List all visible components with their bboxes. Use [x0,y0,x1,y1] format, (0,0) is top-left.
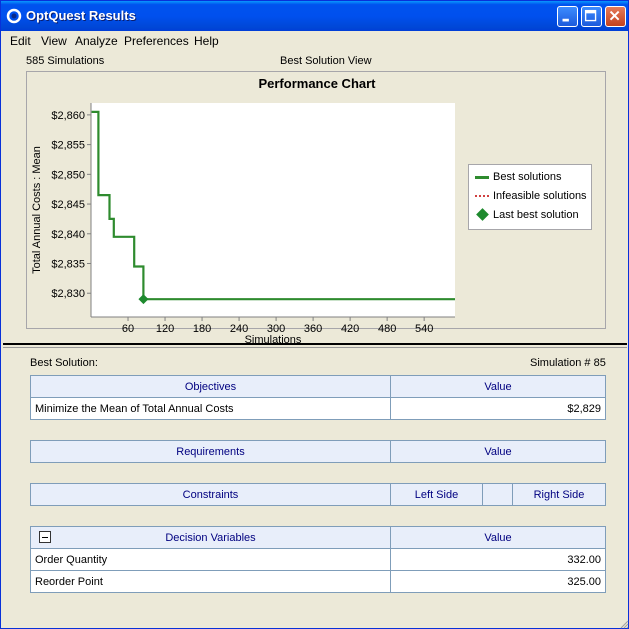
y-tick-label: $2,830 [51,288,85,300]
performance-chart: Performance Chart $2,860 $2,855 $2,850 $2,8… [26,71,606,346]
constraints-header[interactable]: Constraints [30,483,391,506]
constraints-table: Constraints Left Side Right Side [30,483,606,506]
decision-variable-name: Order Quantity [30,548,391,571]
series-line-0 [91,110,455,301]
collapse-icon[interactable] [39,531,51,543]
diamond-icon [476,208,489,221]
y-tick-label: $2,860 [51,110,85,122]
decision-variable-name: Reorder Point [30,570,391,593]
maximize-icon [584,9,597,22]
legend-label-last-best: Last best solution [493,209,579,221]
x-tick-label: 360 [304,323,322,335]
decision-variable-value: 325.00 [390,570,606,593]
y-tick-label: $2,855 [51,140,85,152]
resize-grip-icon[interactable] [619,619,629,629]
chart-legend: Best solutions Infeasible solutions Last… [468,164,592,230]
table-row[interactable]: Order Quantity 332.00 [30,548,606,571]
menu-analyze[interactable]: Analyze [75,34,118,48]
table-row[interactable]: Reorder Point 325.00 [30,570,606,593]
menu-preferences[interactable]: Preferences [124,34,189,48]
x-tick-label: 60 [122,323,134,335]
y-tick-label: $2,845 [51,199,85,211]
optquest-window: OptQuest Results Edit View Analyze Prefe… [0,0,629,629]
decision-variables-table: Decision Variables Value Order Quantity … [30,526,606,593]
objectives-table: Objectives Value Minimize the Mean of To… [30,375,606,420]
decision-variable-value: 332.00 [390,548,606,571]
objectives-value-header[interactable]: Value [390,375,606,398]
y-tick-label: $2,840 [51,229,85,241]
requirements-value-header[interactable]: Value [390,440,606,463]
constraints-left-header[interactable]: Left Side [390,483,483,506]
best-simulation-number: Simulation # 85 [530,357,606,369]
last-best-marker [138,294,149,305]
y-tick-label: $2,835 [51,259,85,271]
x-tick-label: 180 [193,323,211,335]
y-tick-label: $2,850 [51,169,85,181]
window-title: OptQuest Results [26,8,136,23]
panel-splitter[interactable] [3,343,627,348]
x-tick-label: 420 [341,323,359,335]
close-icon [609,10,620,21]
simulations-count: 585 Simulations [26,55,105,67]
requirements-table: Requirements Value [30,440,606,463]
table-row[interactable]: Minimize the Mean of Total Annual Costs … [30,397,606,420]
objectives-header[interactable]: Objectives [30,375,391,398]
infeasible-solutions-swatch [475,195,489,197]
menu-bar: Edit View Analyze Preferences Help [2,31,628,50]
view-label: Best Solution View [280,55,372,67]
best-solution-label: Best Solution: [30,357,98,369]
requirements-header[interactable]: Requirements [30,440,391,463]
legend-label-infeasible: Infeasible solutions [493,190,587,202]
maximize-button[interactable] [581,6,602,27]
legend-label-best: Best solutions [493,171,562,183]
title-bar[interactable]: OptQuest Results [1,1,628,31]
minimize-button[interactable] [557,6,578,27]
x-tick-label: 540 [415,323,433,335]
menu-view[interactable]: View [41,34,67,48]
menu-edit[interactable]: Edit [10,34,31,48]
best-solutions-swatch [475,176,489,179]
optquest-app-icon [6,8,22,24]
x-tick-label: 120 [156,323,174,335]
decision-value-header[interactable]: Value [390,526,606,549]
y-axis-label: Total Annual Costs : Mean [31,146,43,274]
minimize-icon [562,18,569,22]
objective-name: Minimize the Mean of Total Annual Costs [30,397,391,420]
constraints-operator-header[interactable] [482,483,513,506]
x-tick-label: 480 [378,323,396,335]
close-button[interactable] [605,6,626,27]
objective-value: $2,829 [390,397,606,420]
decision-variables-header[interactable]: Decision Variables [165,532,255,544]
constraints-right-header[interactable]: Right Side [512,483,606,506]
decision-variables-header-cell: Decision Variables [30,526,391,549]
menu-help[interactable]: Help [194,34,219,48]
